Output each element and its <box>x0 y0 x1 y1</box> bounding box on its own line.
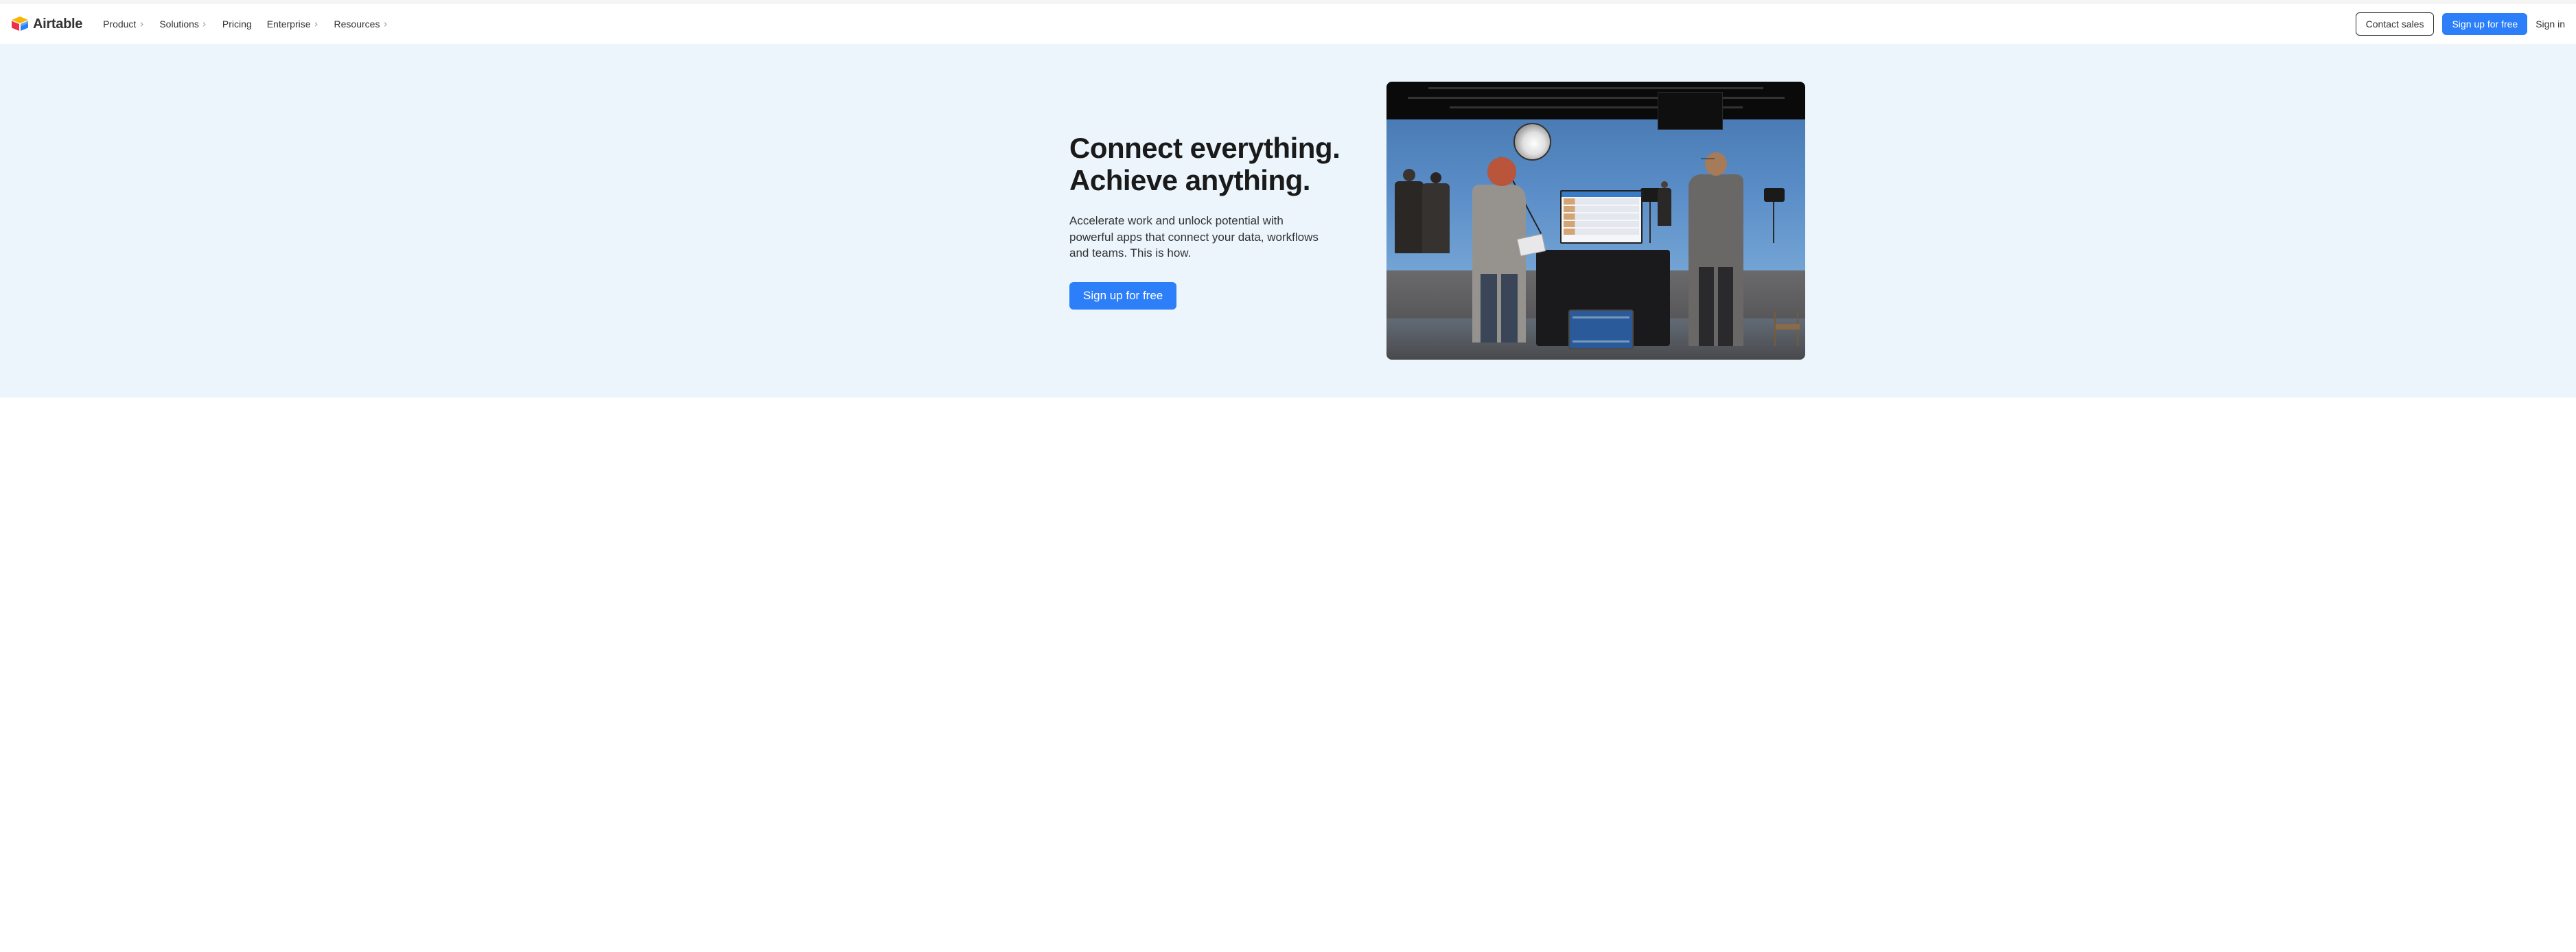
nav-item-solutions[interactable]: Solutions <box>159 19 207 30</box>
hero-headline: Connect everything. Achieve anything. <box>1069 132 1359 196</box>
signin-link[interactable]: Sign in <box>2536 19 2565 30</box>
hero-signup-button[interactable]: Sign up for free <box>1069 282 1176 310</box>
nav-label: Enterprise <box>267 19 311 30</box>
site-header: Airtable Product Solutions Pricing Enter… <box>0 4 2576 44</box>
camera-icon <box>1764 188 1785 202</box>
studio-illustration <box>1386 82 1805 360</box>
nav-label: Solutions <box>159 19 199 30</box>
person-illustration <box>1689 174 1743 346</box>
monitor-screen-icon <box>1560 190 1643 244</box>
brand-name: Airtable <box>33 16 82 32</box>
hero-inner: Connect everything. Achieve anything. Ac… <box>799 82 1777 360</box>
nav-item-resources[interactable]: Resources <box>334 19 388 30</box>
header-left: Airtable Product Solutions Pricing Enter… <box>11 16 388 32</box>
primary-nav: Product Solutions Pricing Enterprise Res… <box>103 19 388 30</box>
hero-subheadline: Accelerate work and unlock potential wit… <box>1069 213 1330 262</box>
softbox-light-icon <box>1513 123 1551 161</box>
chevron-right-icon <box>314 21 319 27</box>
airtable-logo-icon <box>11 16 29 32</box>
hero-image-container <box>1386 82 1805 360</box>
nav-item-pricing[interactable]: Pricing <box>222 19 252 30</box>
hero-image <box>1386 82 1805 360</box>
chevron-right-icon <box>139 21 144 27</box>
equipment-case-icon <box>1568 310 1634 349</box>
hero-text: Connect everything. Achieve anything. Ac… <box>1069 132 1359 310</box>
nav-label: Resources <box>334 19 380 30</box>
contact-sales-button[interactable]: Contact sales <box>2356 12 2435 36</box>
nav-item-product[interactable]: Product <box>103 19 144 30</box>
nav-label: Pricing <box>222 19 252 30</box>
chevron-right-icon <box>202 21 207 27</box>
hero-section: Connect everything. Achieve anything. Ac… <box>0 44 2576 397</box>
header-right: Contact sales Sign up for free Sign in <box>2356 12 2565 36</box>
nav-item-enterprise[interactable]: Enterprise <box>267 19 319 30</box>
nav-label: Product <box>103 19 136 30</box>
signup-button[interactable]: Sign up for free <box>2442 13 2527 35</box>
chevron-right-icon <box>382 21 388 27</box>
person-illustration <box>1472 185 1526 343</box>
brand-logo[interactable]: Airtable <box>11 16 82 32</box>
